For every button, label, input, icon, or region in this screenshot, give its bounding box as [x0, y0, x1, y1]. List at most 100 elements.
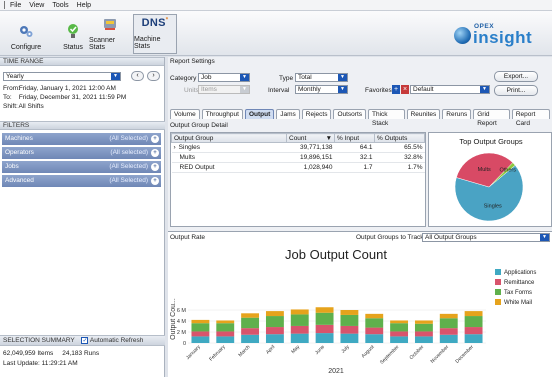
- bar-tax-forms[interactable]: [265, 316, 284, 328]
- menu-bar: File View Tools Help: [0, 0, 552, 11]
- remove-favorite-icon[interactable]: ×: [401, 85, 409, 94]
- bar-applications[interactable]: [340, 333, 359, 343]
- table-row[interactable]: › Singles 39,771,138 64.1 65.5%: [171, 142, 425, 153]
- table-row[interactable]: RED Output 1,028,940 1.7 1.7%: [171, 162, 425, 173]
- tab-throughput[interactable]: Throughput: [201, 109, 243, 119]
- bar-remittance[interactable]: [290, 325, 309, 334]
- bar-tax-forms[interactable]: [315, 312, 334, 325]
- menu-file[interactable]: File: [10, 2, 21, 9]
- bar-white-mail[interactable]: [390, 320, 409, 324]
- bar-remittance[interactable]: [216, 331, 235, 337]
- menu-tools[interactable]: Tools: [52, 2, 68, 9]
- bar-tax-forms[interactable]: [464, 316, 483, 328]
- next-range-button[interactable]: ›: [147, 71, 160, 81]
- bar-white-mail[interactable]: [464, 311, 483, 317]
- bar-applications[interactable]: [464, 334, 483, 343]
- bar-white-mail[interactable]: [191, 319, 210, 324]
- bar-remittance[interactable]: [464, 327, 483, 335]
- tab-grid-report[interactable]: Grid Report: [473, 109, 510, 127]
- bar-remittance[interactable]: [414, 331, 433, 337]
- bar-remittance[interactable]: [315, 324, 334, 334]
- interval-select[interactable]: Monthly ▼: [295, 85, 348, 94]
- bar-remittance[interactable]: [191, 331, 210, 337]
- auto-refresh-checkbox[interactable]: ✓ Automatic Refresh: [81, 336, 143, 344]
- filter-advanced[interactable]: Advanced (All Selected) +: [2, 175, 161, 187]
- filter-jobs[interactable]: Jobs (All Selected) +: [2, 161, 161, 173]
- output-group-detail-header: Output Group Detail: [170, 122, 228, 129]
- export-button[interactable]: Export...: [494, 71, 538, 82]
- configure-button[interactable]: Configure: [2, 14, 50, 54]
- time-range-select[interactable]: Yearly ▼: [3, 72, 121, 81]
- bar-white-mail[interactable]: [265, 311, 284, 317]
- bar-applications[interactable]: [241, 334, 260, 343]
- bar-applications[interactable]: [390, 336, 409, 343]
- previous-range-button[interactable]: ‹: [131, 71, 144, 81]
- scanner-stats-button[interactable]: Scanner Stats: [89, 14, 131, 54]
- tab-volume[interactable]: Volume: [170, 109, 200, 119]
- col-pct-outputs[interactable]: % Outputs: [374, 133, 425, 143]
- bar-white-mail[interactable]: [439, 313, 458, 319]
- bar-white-mail[interactable]: [315, 307, 334, 313]
- bar-applications[interactable]: [365, 334, 384, 343]
- y-tick-label: 4 M: [177, 319, 187, 325]
- tab-thick-stack[interactable]: Thick Stack: [368, 109, 405, 127]
- bar-white-mail[interactable]: [216, 320, 235, 324]
- bar-white-mail[interactable]: [290, 309, 309, 315]
- bar-remittance[interactable]: [439, 328, 458, 335]
- filter-machines[interactable]: Machines (All Selected) +: [2, 133, 161, 145]
- bar-tax-forms[interactable]: [191, 323, 210, 332]
- machine-stats-button[interactable]: DNS* Machine Stats: [133, 14, 177, 54]
- tab-rejects[interactable]: Rejects: [301, 109, 332, 119]
- sort-desc-icon: ▼: [325, 134, 332, 142]
- tab-output[interactable]: Output: [244, 109, 275, 119]
- bar-remittance[interactable]: [241, 328, 260, 335]
- bar-tax-forms[interactable]: [390, 323, 409, 332]
- tab-reruns[interactable]: Reruns: [442, 109, 472, 119]
- bar-white-mail[interactable]: [340, 310, 359, 315]
- category-select[interactable]: Job ▼: [198, 73, 250, 82]
- favorites-select[interactable]: Default ▼: [410, 85, 490, 94]
- tab-jams[interactable]: Jams: [276, 109, 300, 119]
- bar-remittance[interactable]: [340, 325, 359, 334]
- menu-view[interactable]: View: [29, 2, 44, 9]
- bar-tax-forms[interactable]: [290, 314, 309, 326]
- tab-report-card[interactable]: Report Card: [511, 109, 550, 127]
- bar-remittance[interactable]: [390, 331, 409, 337]
- col-output-group[interactable]: Output Group: [171, 133, 287, 143]
- bar-tax-forms[interactable]: [439, 318, 458, 329]
- bar-tax-forms[interactable]: [365, 318, 384, 328]
- bar-white-mail[interactable]: [414, 320, 433, 324]
- type-select[interactable]: Total ▼: [295, 73, 348, 82]
- tab-reunites[interactable]: Reunites: [406, 109, 441, 119]
- bar-tax-forms[interactable]: [414, 323, 433, 332]
- units-select[interactable]: Items ▼: [198, 85, 250, 94]
- add-favorite-icon[interactable]: +: [392, 85, 400, 94]
- bar-white-mail[interactable]: [241, 313, 260, 318]
- bar-tax-forms[interactable]: [216, 323, 235, 332]
- bar-remittance[interactable]: [365, 327, 384, 335]
- bar-tax-forms[interactable]: [241, 317, 260, 329]
- bar-applications[interactable]: [191, 336, 210, 343]
- bar-applications[interactable]: [315, 333, 334, 343]
- menu-help[interactable]: Help: [77, 2, 91, 9]
- bar-applications[interactable]: [290, 333, 309, 343]
- shift-row: Shift: All Shifts: [3, 103, 44, 110]
- status-label: Status: [63, 44, 83, 51]
- bar-tax-forms[interactable]: [340, 314, 359, 326]
- tab-outsorts[interactable]: Outsorts: [333, 109, 367, 119]
- print-button[interactable]: Print...: [494, 85, 538, 96]
- table-row[interactable]: Mults 19,896,151 32.1 32.8%: [171, 152, 425, 163]
- bar-remittance[interactable]: [265, 327, 284, 335]
- col-count[interactable]: Count ▼: [286, 133, 335, 143]
- status-button[interactable]: Status: [58, 14, 88, 54]
- filter-operators[interactable]: Operators (All selected) +: [2, 147, 161, 159]
- bar-white-mail[interactable]: [365, 313, 384, 319]
- output-groups-select[interactable]: All Output Groups ▼: [422, 233, 550, 242]
- output-groups-label: Output Groups to Track: [356, 234, 424, 241]
- bar-applications[interactable]: [439, 334, 458, 343]
- bar-applications[interactable]: [414, 336, 433, 343]
- bar-applications[interactable]: [265, 334, 284, 343]
- col-pct-input[interactable]: % Input: [334, 133, 375, 143]
- units-label: Units: [184, 87, 199, 94]
- bar-applications[interactable]: [216, 336, 235, 343]
